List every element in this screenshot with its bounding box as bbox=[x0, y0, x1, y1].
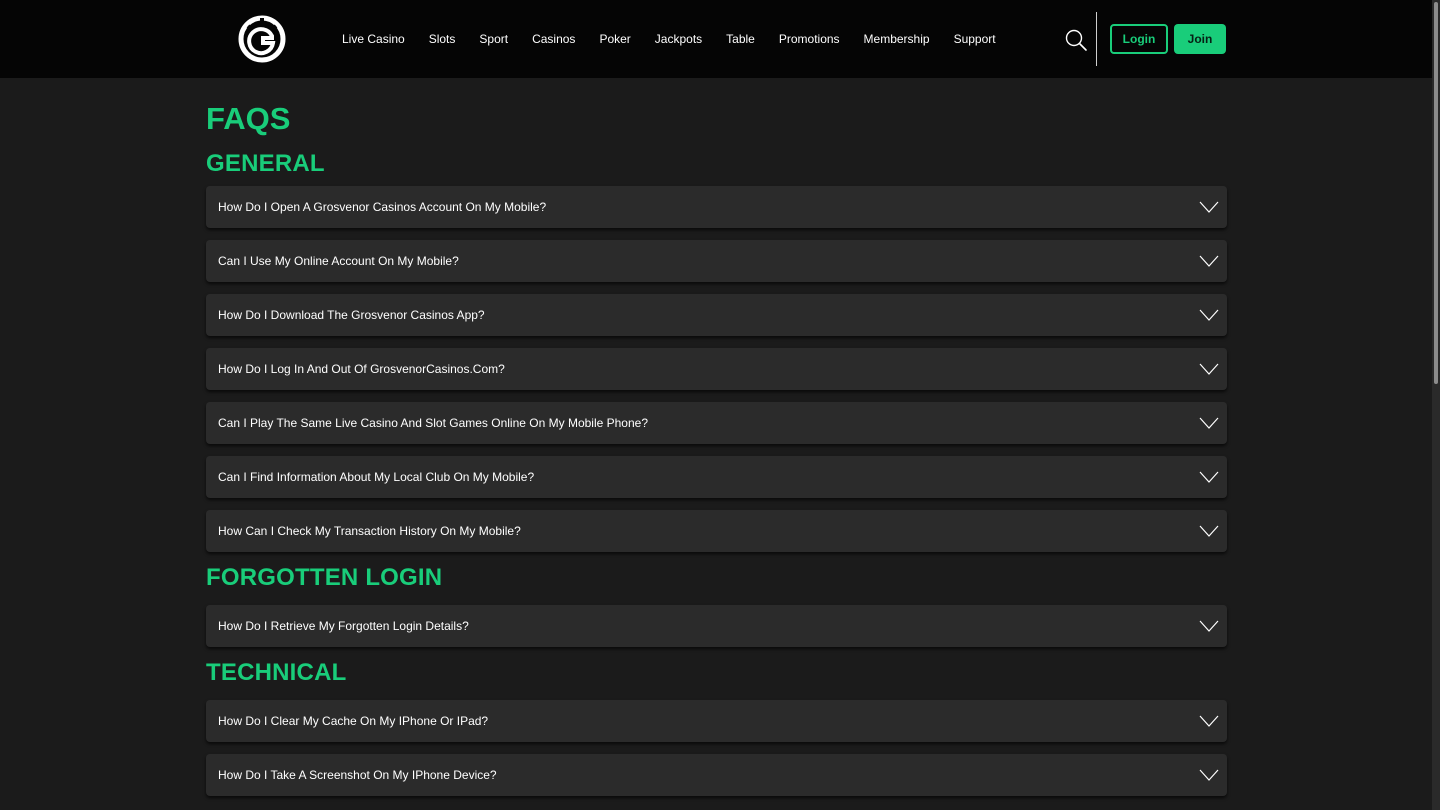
nav-table[interactable]: Table bbox=[726, 32, 755, 46]
grosvenor-g-logo-icon[interactable] bbox=[236, 14, 288, 64]
faq-item[interactable]: Can I Use My Online Account On My Mobile… bbox=[206, 240, 1227, 282]
nav-sport[interactable]: Sport bbox=[479, 32, 508, 46]
faq-item[interactable]: How Do I Log In And Out Of GrosvenorCasi… bbox=[206, 348, 1227, 390]
chevron-down-icon bbox=[1199, 255, 1219, 267]
faq-question: How Do I Take A Screenshot On My IPhone … bbox=[218, 768, 497, 782]
faq-question: How Can I Check My Transaction History O… bbox=[218, 524, 521, 538]
faq-item[interactable]: How Do I Clear My Cache On My IPhone Or … bbox=[206, 700, 1227, 742]
nav-live-casino[interactable]: Live Casino bbox=[342, 32, 405, 46]
faq-question: Can I Play The Same Live Casino And Slot… bbox=[218, 416, 649, 430]
faq-item[interactable]: How Do I Download The Grosvenor Casinos … bbox=[206, 294, 1227, 336]
search-icon[interactable] bbox=[1064, 28, 1088, 52]
nav-casinos[interactable]: Casinos bbox=[532, 32, 575, 46]
section-title-general: GENERAL bbox=[206, 150, 325, 177]
main-nav: Live Casino Slots Sport Casinos Poker Ja… bbox=[342, 0, 1020, 78]
chevron-down-icon bbox=[1199, 715, 1219, 727]
chevron-down-icon bbox=[1199, 363, 1219, 375]
chevron-down-icon bbox=[1199, 309, 1219, 321]
faq-item[interactable]: Can I Play The Same Live Casino And Slot… bbox=[206, 402, 1227, 444]
nav-jackpots[interactable]: Jackpots bbox=[655, 32, 702, 46]
section-title-technical: TECHNICAL bbox=[206, 659, 347, 686]
header-divider bbox=[1096, 12, 1097, 66]
faq-question: How Do I Clear My Cache On My IPhone Or … bbox=[218, 714, 489, 728]
nav-membership[interactable]: Membership bbox=[864, 32, 930, 46]
faq-question: How Do I Retrieve My Forgotten Login Det… bbox=[218, 619, 469, 633]
faq-question: How Do I Download The Grosvenor Casinos … bbox=[218, 308, 485, 322]
faq-question: Can I Use My Online Account On My Mobile… bbox=[218, 254, 459, 268]
page-scrollbar[interactable] bbox=[1432, 0, 1440, 810]
faq-item[interactable]: How Do I Take A Screenshot On My IPhone … bbox=[206, 754, 1227, 796]
faq-item[interactable]: How Do I Retrieve My Forgotten Login Det… bbox=[206, 605, 1227, 647]
login-button[interactable]: Login bbox=[1110, 24, 1168, 54]
nav-poker[interactable]: Poker bbox=[599, 32, 630, 46]
nav-slots[interactable]: Slots bbox=[429, 32, 456, 46]
scrollbar-thumb[interactable] bbox=[1434, 2, 1438, 384]
chevron-down-icon bbox=[1199, 201, 1219, 213]
faq-question: How Do I Open A Grosvenor Casinos Accoun… bbox=[218, 200, 547, 214]
top-navigation-bar: Live Casino Slots Sport Casinos Poker Ja… bbox=[0, 0, 1432, 78]
page-title: FAQS bbox=[206, 101, 291, 136]
join-button[interactable]: Join bbox=[1174, 24, 1226, 54]
nav-support[interactable]: Support bbox=[954, 32, 996, 46]
faq-item[interactable]: Can I Find Information About My Local Cl… bbox=[206, 456, 1227, 498]
chevron-down-icon bbox=[1199, 525, 1219, 537]
chevron-down-icon bbox=[1199, 769, 1219, 781]
section-title-forgotten-login: FORGOTTEN LOGIN bbox=[206, 564, 443, 591]
faq-question: Can I Find Information About My Local Cl… bbox=[218, 470, 535, 484]
faq-item[interactable]: How Can I Check My Transaction History O… bbox=[206, 510, 1227, 552]
faq-list-technical: How Do I Clear My Cache On My IPhone Or … bbox=[206, 700, 1227, 796]
faq-content: FAQS GENERAL How Do I Open A Grosvenor C… bbox=[206, 96, 1227, 796]
faq-question: How Do I Log In And Out Of GrosvenorCasi… bbox=[218, 362, 505, 376]
faq-item[interactable]: How Do I Open A Grosvenor Casinos Accoun… bbox=[206, 186, 1227, 228]
chevron-down-icon bbox=[1199, 471, 1219, 483]
nav-promotions[interactable]: Promotions bbox=[779, 32, 840, 46]
chevron-down-icon bbox=[1199, 417, 1219, 429]
faq-list-general: How Do I Open A Grosvenor Casinos Accoun… bbox=[206, 186, 1227, 552]
chevron-down-icon bbox=[1199, 620, 1219, 632]
faq-list-forgotten-login: How Do I Retrieve My Forgotten Login Det… bbox=[206, 605, 1227, 647]
